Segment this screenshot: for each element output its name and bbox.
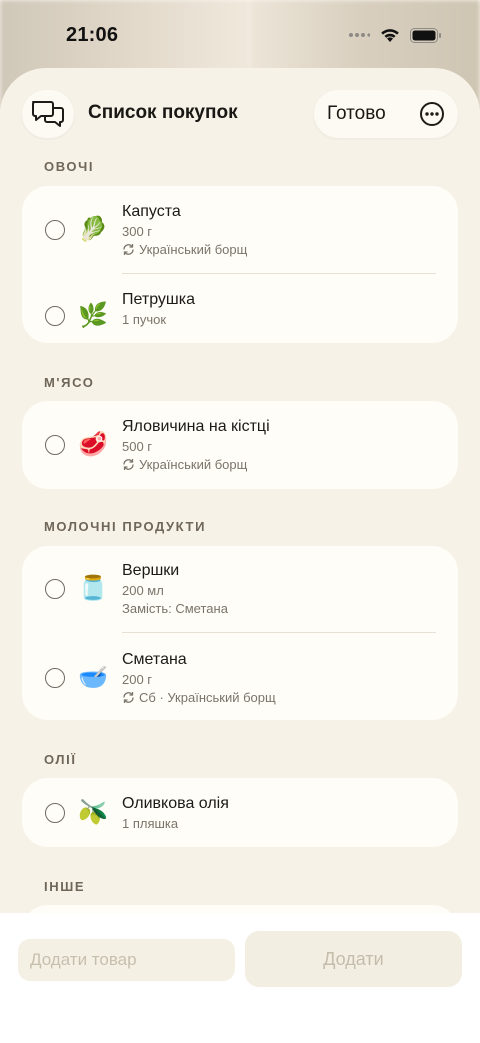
checkbox-circle[interactable] (45, 220, 65, 240)
list-item[interactable]: 🥣 Сметана 200 г Сб · Український борщ (22, 633, 458, 720)
wifi-icon (381, 28, 399, 42)
chat-bubbles-icon (32, 101, 64, 127)
add-button[interactable]: Додати (245, 931, 462, 987)
list-item[interactable]: 🫒 Оливкова олія 1 пляшка (22, 778, 458, 847)
item-quantity: 1 пляшка (122, 816, 179, 831)
add-item-bar: Додати (0, 913, 480, 1043)
item-name: Капуста (122, 203, 181, 220)
section-title-oils: ОЛІЇ (44, 752, 77, 767)
add-item-input[interactable] (18, 939, 235, 981)
done-button[interactable]: Готово (327, 103, 386, 125)
item-source-label: Український борщ (139, 242, 248, 257)
jug-icon: 🫙 (78, 575, 108, 602)
sync-icon (123, 692, 134, 703)
item-quantity: 500 г (122, 439, 153, 454)
item-name: Петрушка (122, 291, 195, 308)
item-source: Український борщ (122, 457, 247, 472)
section-card-oils: 🫒 Оливкова олія 1 пляшка (22, 778, 458, 847)
section-title-vegetables: ОВОЧІ (44, 159, 95, 174)
checkbox-circle[interactable] (45, 668, 65, 688)
item-source: Український борщ (122, 242, 247, 257)
section-title-other: ІНШЕ (44, 879, 86, 894)
section-title-meat: М'ЯСО (44, 375, 95, 390)
item-source: Сб · Український борщ (122, 690, 276, 705)
list-item[interactable]: 🥬 Капуста 300 г Український борщ (22, 186, 458, 274)
list-item[interactable]: 🥩 Яловичина на кістці 500 г Український … (22, 401, 458, 489)
shopping-list-sheet: Список покупок Готово ОВОЧІ 🥬 Капуста 30… (0, 68, 480, 1043)
checkbox-circle[interactable] (45, 803, 65, 823)
status-time: 21:06 (66, 23, 119, 46)
sync-icon (123, 459, 134, 470)
item-source-label: Сб · Український борщ (139, 690, 276, 705)
ellipsis-circle-icon (420, 102, 444, 126)
cabbage-icon: 🥬 (78, 216, 108, 243)
sheet-header: Список покупок Готово (0, 68, 480, 158)
status-bar: 21:06 (0, 0, 480, 70)
battery-icon (410, 27, 441, 43)
status-icons (348, 27, 442, 43)
checkbox-circle[interactable] (45, 579, 65, 599)
item-quantity: 200 мл (122, 583, 164, 598)
item-substitute-note: Замість: Сметана (122, 601, 228, 616)
checkbox-circle[interactable] (45, 306, 65, 326)
list-item[interactable]: 🌿 Петрушка 1 пучок (22, 274, 458, 343)
page-title: Список покупок (88, 102, 238, 123)
parsley-icon: 🌿 (78, 302, 108, 329)
section-card-dairy: 🫙 Вершки 200 мл Замість: Сметана 🥣 Смета… (22, 546, 458, 720)
item-name: Яловичина на кістці (122, 418, 270, 435)
item-name: Сметана (122, 651, 187, 668)
more-button[interactable] (418, 100, 446, 128)
section-card-meat: 🥩 Яловичина на кістці 500 г Український … (22, 401, 458, 489)
section-card-vegetables: 🥬 Капуста 300 г Український борщ 🌿 Петру… (22, 186, 458, 343)
section-title-dairy: МОЛОЧНІ ПРОДУКТИ (44, 519, 207, 534)
header-actions: Готово (314, 90, 458, 138)
item-name: Оливкова олія (122, 795, 229, 812)
item-quantity: 300 г (122, 224, 153, 239)
beef-icon: 🥩 (78, 431, 108, 458)
list-item[interactable]: 🫙 Вершки 200 мл Замість: Сметана (22, 546, 458, 633)
olive-oil-icon: 🫒 (78, 799, 108, 826)
checkbox-circle[interactable] (45, 435, 65, 455)
chat-button[interactable] (22, 90, 74, 138)
bowl-icon: 🥣 (78, 664, 108, 691)
item-source-label: Український борщ (139, 457, 248, 472)
item-quantity: 1 пучок (122, 312, 167, 327)
signal-icon (349, 33, 370, 37)
item-quantity: 200 г (122, 672, 153, 687)
sync-icon (123, 244, 134, 255)
item-name: Вершки (122, 562, 180, 579)
